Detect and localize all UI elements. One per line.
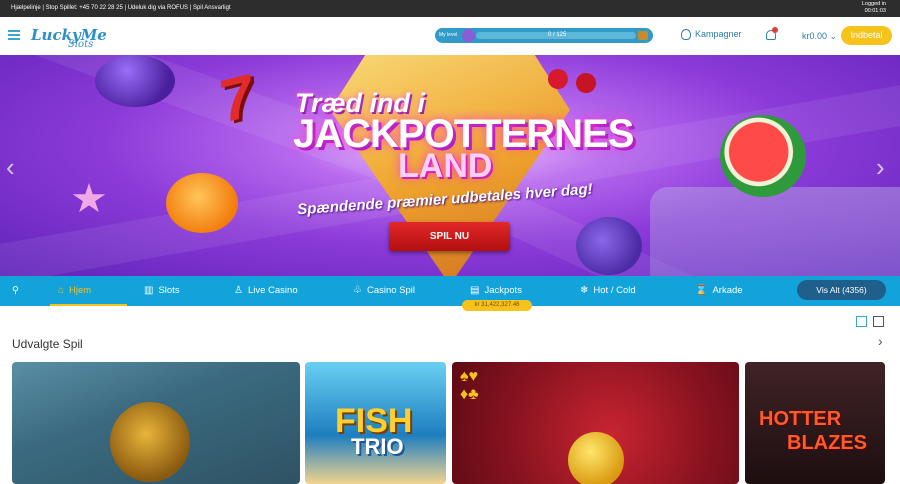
slots-icon: ▥ bbox=[144, 285, 154, 296]
responsible-gaming-links[interactable]: Hjælpelinje | Stop Spillet: +45 70 22 28… bbox=[11, 5, 231, 11]
golden-apple-graphic bbox=[568, 432, 624, 484]
game-card[interactable] bbox=[12, 362, 300, 484]
nav-item-live-casino[interactable]: ♙ Live Casino bbox=[234, 285, 298, 296]
nav-label: Arkade bbox=[712, 285, 743, 296]
arkade-icon: ⌛ bbox=[695, 285, 708, 296]
jackpots-icon: ▤ bbox=[470, 285, 480, 296]
session-status: Logged in 00:01:03 bbox=[862, 1, 886, 15]
nav-item-slots[interactable]: ▥ Slots bbox=[144, 285, 180, 296]
game-subtitle: TRIO bbox=[351, 434, 404, 459]
star-graphic bbox=[72, 183, 106, 213]
section-title: Udvalgte Spil bbox=[12, 337, 83, 351]
play-now-button[interactable]: SPIL NU bbox=[389, 222, 510, 251]
card-suits-graphic: ♠♥ ♦♣ bbox=[460, 368, 479, 403]
hero-banner[interactable]: 7 Træd ind i JACKPOTTERNES LAND Spændend… bbox=[0, 55, 900, 276]
nav-item-hjem[interactable]: ⌂ Hjem bbox=[58, 285, 91, 296]
view-all-button[interactable]: Vis Alt (4356) bbox=[797, 280, 886, 300]
cherry-graphic bbox=[548, 69, 568, 89]
casino-spil-icon: ♧ bbox=[353, 285, 362, 296]
list-view-icon[interactable] bbox=[873, 316, 884, 327]
nav-label: Hjem bbox=[69, 285, 92, 296]
cherry-graphic bbox=[576, 73, 596, 93]
chevron-down-icon: ⌄ bbox=[829, 31, 838, 41]
game-subtitle: BLAZES bbox=[787, 432, 867, 454]
level-label: My level bbox=[439, 32, 458, 38]
nav-item-arkade[interactable]: ⌛ Arkade bbox=[695, 285, 743, 296]
plum-graphic bbox=[95, 55, 175, 107]
level-count: 0 / 125 bbox=[548, 32, 567, 38]
level-gem-icon bbox=[462, 29, 475, 42]
hero-headline-3: LAND bbox=[398, 147, 493, 185]
nav-label: Hot / Cold bbox=[593, 285, 636, 296]
nav-item-jackpots[interactable]: ▤ Jackpots bbox=[470, 285, 522, 296]
carousel-next-icon[interactable]: › bbox=[876, 152, 885, 183]
game-card[interactable]: HOTTER BLAZES bbox=[745, 362, 885, 484]
top-info-bar: Hjælpelinje | Stop Spillet: +45 70 22 28… bbox=[0, 0, 900, 17]
hot-cold-icon: ❄ bbox=[580, 285, 589, 296]
level-progress-bar[interactable]: My level 0 / 125 bbox=[435, 28, 653, 43]
notification-dot bbox=[772, 27, 778, 33]
kampagner-label: Kampagner bbox=[695, 29, 742, 39]
carousel-prev-icon[interactable]: ‹ bbox=[6, 152, 15, 183]
live-casino-icon: ♙ bbox=[234, 285, 243, 296]
game-title: HOTTER bbox=[759, 408, 842, 430]
grid-view-icon[interactable] bbox=[856, 316, 867, 327]
balance-dropdown[interactable]: kr0.00 ⌄ bbox=[802, 31, 837, 42]
grapes-graphic bbox=[576, 217, 642, 275]
lucky-seven-graphic: 7 bbox=[212, 61, 261, 136]
nav-label: Live Casino bbox=[247, 285, 298, 296]
nav-label: Jackpots bbox=[484, 285, 522, 296]
site-logo[interactable]: LuckyMe Slots bbox=[28, 20, 107, 54]
game-card[interactable]: ♠♥ ♦♣ bbox=[452, 362, 739, 484]
logo-text-sub: Slots bbox=[68, 39, 94, 50]
search-icon[interactable]: ⚲ bbox=[12, 285, 19, 296]
nav-label: Slots bbox=[158, 285, 180, 296]
treasure-chest-icon bbox=[638, 31, 648, 40]
nav-label: Casino Spil bbox=[366, 285, 416, 296]
session-timer: 00:01:03 bbox=[864, 8, 886, 14]
jackpot-amount-badge: kr 31,422,327.46 bbox=[462, 300, 532, 311]
site-header: LuckyMe Slots My level 0 / 125 Kampagner… bbox=[0, 17, 900, 55]
orange-graphic bbox=[166, 173, 238, 233]
deposit-button[interactable]: Indbetal bbox=[841, 26, 892, 45]
balance-value: kr0.00 bbox=[802, 31, 828, 41]
active-tab-underline bbox=[50, 304, 127, 306]
game-card[interactable]: FISH TRIO bbox=[305, 362, 446, 484]
nav-item-hot-cold[interactable]: ❄ Hot / Cold bbox=[580, 285, 636, 296]
slot-reel-graphic bbox=[650, 187, 900, 276]
category-nav: ⚲ ⌂ Hjem ▥ Slots ♙ Live Casino ♧ Casino Spil… bbox=[0, 276, 900, 306]
nav-item-casino-spil[interactable]: ♧ Casino Spil bbox=[353, 285, 415, 296]
home-icon: ⌂ bbox=[58, 285, 65, 296]
fishing-frog-graphic bbox=[110, 402, 190, 482]
chevron-right-icon[interactable]: › bbox=[878, 333, 883, 349]
hamburger-menu-icon[interactable] bbox=[8, 30, 20, 40]
logged-in-label: Logged in bbox=[861, 1, 886, 7]
gift-icon bbox=[681, 29, 691, 40]
watermelon-graphic bbox=[720, 115, 806, 197]
